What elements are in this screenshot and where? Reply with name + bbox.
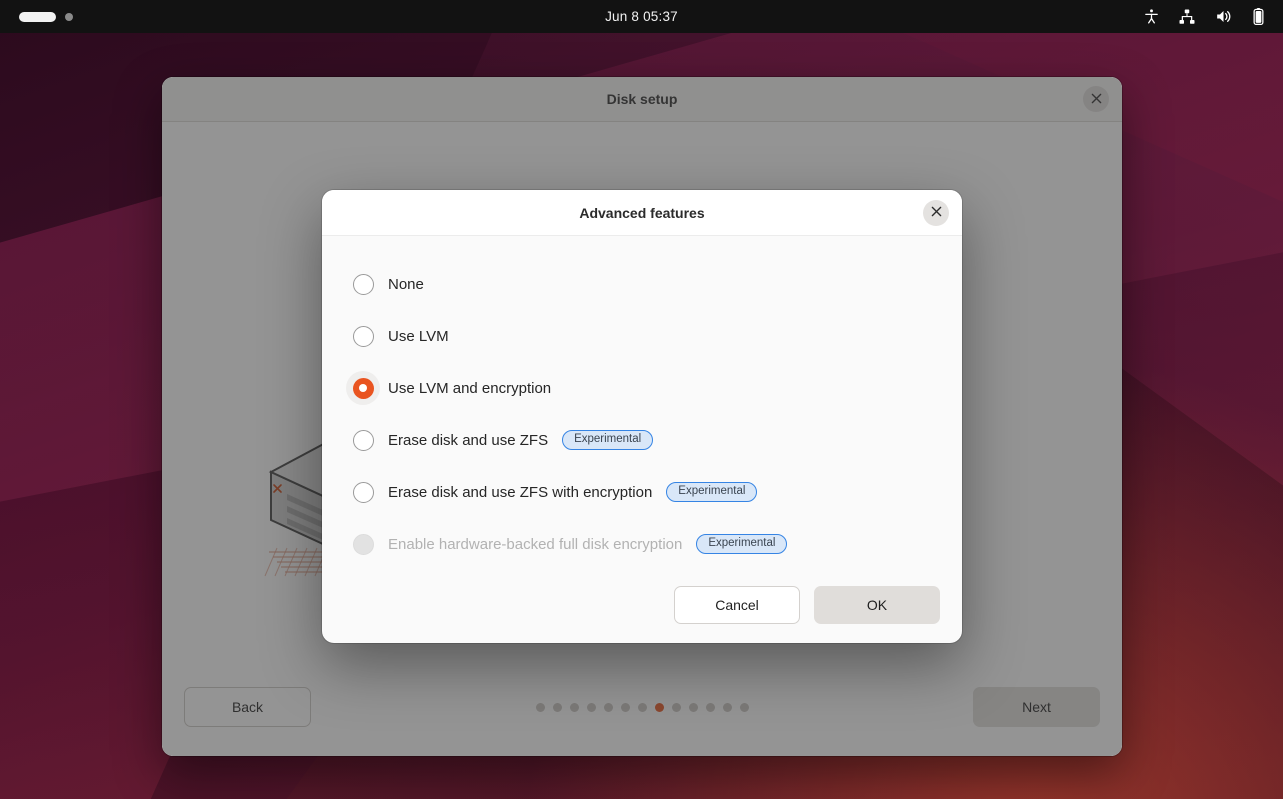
radio-icon	[352, 481, 374, 503]
option-lvm-encryption[interactable]: Use LVM and encryption	[322, 362, 962, 414]
dialog-action-bar: Cancel OK	[322, 570, 962, 643]
radio-icon	[352, 325, 374, 347]
advanced-features-option-list: None Use LVM Use LVM and encryption Erase d…	[322, 236, 962, 570]
experimental-badge: Experimental	[562, 429, 654, 451]
radio-zfs-encryption[interactable]	[346, 475, 380, 509]
option-zfs-encryption[interactable]: Erase disk and use ZFS with encryption Ex…	[322, 466, 962, 518]
option-lvm[interactable]: Use LVM	[322, 310, 962, 362]
option-hardware-fde: Enable hardware-backed full disk encrypt…	[322, 518, 962, 570]
radio-icon	[352, 429, 374, 451]
ok-button[interactable]: OK	[814, 586, 940, 624]
close-icon	[931, 205, 942, 220]
option-label: Enable hardware-backed full disk encrypt…	[388, 535, 683, 553]
radio-lvm-encryption[interactable]	[346, 371, 380, 405]
option-label: Use LVM and encryption	[388, 379, 552, 397]
radio-icon	[352, 533, 374, 555]
option-label: None	[388, 275, 424, 293]
dialog-title: Advanced features	[579, 204, 705, 221]
experimental-badge: Experimental	[666, 481, 758, 503]
cancel-button[interactable]: Cancel	[674, 586, 800, 624]
option-label: Erase disk and use ZFS with encryption	[388, 483, 653, 501]
radio-hardware-fde	[346, 527, 380, 561]
advanced-features-dialog: Advanced features None Use LVM Use LVM and…	[322, 190, 962, 643]
option-zfs[interactable]: Erase disk and use ZFS Experimental	[322, 414, 962, 466]
clock[interactable]: Jun 8 05:37	[0, 9, 1283, 24]
radio-none[interactable]	[346, 267, 380, 301]
dialog-close-button[interactable]	[923, 199, 949, 226]
experimental-badge: Experimental	[696, 533, 788, 555]
option-label: Use LVM	[388, 327, 449, 345]
radio-lvm[interactable]	[346, 319, 380, 353]
option-label: Erase disk and use ZFS	[388, 431, 549, 449]
radio-zfs[interactable]	[346, 423, 380, 457]
radio-icon	[352, 377, 374, 399]
system-top-bar: Jun 8 05:37	[0, 0, 1283, 33]
radio-icon	[352, 273, 374, 295]
dialog-header: Advanced features	[322, 190, 962, 236]
option-none[interactable]: None	[322, 258, 962, 310]
